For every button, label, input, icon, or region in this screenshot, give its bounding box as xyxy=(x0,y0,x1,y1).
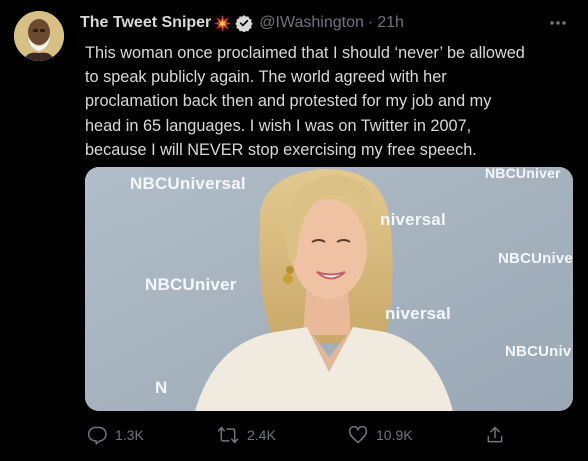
author-avatar[interactable] xyxy=(14,11,64,61)
tweet-text-line: because I will NEVER stop exercising my … xyxy=(85,140,477,159)
tweet-photo[interactable]: NBCUniversal NBCUniver niversal NBCUnive… xyxy=(85,167,573,411)
share-button[interactable] xyxy=(485,424,513,446)
reply-button[interactable]: 1.3K xyxy=(87,424,144,446)
retweet-button[interactable]: 2.4K xyxy=(217,424,276,446)
separator-dot: · xyxy=(367,14,374,31)
photo-watermark: NBCUniv xyxy=(505,343,572,360)
tweet-header: The Tweet Sniper @IWashington · 21h xyxy=(80,12,574,34)
reply-count: 1.3K xyxy=(115,427,144,443)
photo-watermark: niversal xyxy=(380,210,446,229)
photo-watermark: niversal xyxy=(385,304,451,323)
tweet-timestamp[interactable]: 21h xyxy=(377,14,404,32)
retweet-icon xyxy=(217,426,239,444)
tweet-text-line: to speak publicly again. The world agree… xyxy=(85,68,447,87)
collision-emoji-icon xyxy=(214,14,232,32)
verified-badge-icon xyxy=(235,14,253,32)
tweet-text: This woman once proclaimed that I should… xyxy=(85,41,585,162)
like-icon xyxy=(348,425,368,444)
tweet-text-line: head in 65 languages. I wish I was on Tw… xyxy=(85,116,472,135)
like-button[interactable]: 10.9K xyxy=(348,424,413,446)
tweet-text-line: This woman once proclaimed that I should… xyxy=(85,44,525,62)
photo-watermark: NBCUniver xyxy=(485,167,561,181)
more-icon[interactable] xyxy=(546,12,570,34)
photo-watermark: NBCUniver xyxy=(145,275,237,294)
photo-watermark: N xyxy=(155,378,168,397)
author-name[interactable]: The Tweet Sniper xyxy=(80,14,211,32)
photo-watermark: NBCUniversal xyxy=(130,174,246,193)
retweet-count: 2.4K xyxy=(247,427,276,443)
share-icon xyxy=(487,426,503,443)
like-count: 10.9K xyxy=(376,427,413,443)
tweet-text-line: proclamation back then and protested for… xyxy=(85,92,492,111)
reply-icon xyxy=(87,426,107,445)
photo-watermark: NBCUnive xyxy=(498,250,573,267)
author-handle[interactable]: @IWashington xyxy=(259,14,364,32)
tweet-actions: 1.3K 2.4K 10.9K xyxy=(85,424,525,446)
